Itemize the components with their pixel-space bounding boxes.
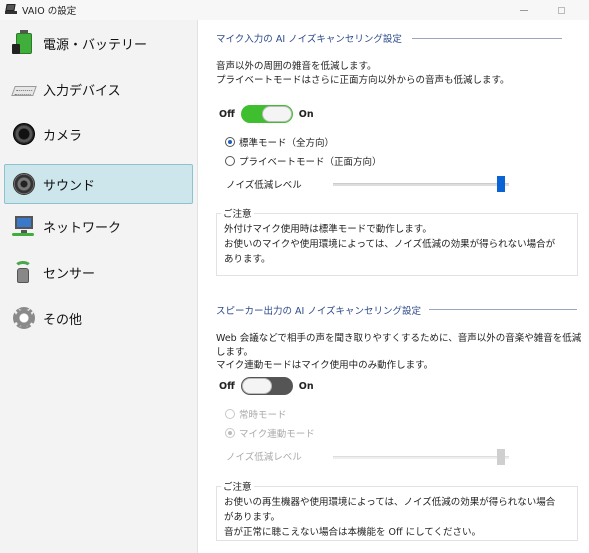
- notice-line: あります。: [224, 254, 271, 265]
- mic-noise-cancel-toggle[interactable]: [240, 105, 293, 123]
- sidebar-item-camera[interactable]: カメラ: [4, 114, 193, 154]
- speaker-icon: [11, 171, 37, 197]
- mic-toggle-row: Off On: [219, 105, 314, 123]
- notice-line: 音が正常に聴こえない場合は本機能を Off にしてください。: [224, 527, 481, 538]
- gear-icon: [11, 305, 37, 331]
- speaker-description-line: Web 会議などで相手の声を聞き取りやすくするために、音声以外の音楽や雑音を低減: [216, 333, 582, 344]
- mic-section-title: マイク入力の AI ノイズキャンセリング設定: [216, 34, 402, 45]
- mic-description-line: 音声以外の周囲の雑音を低減します。: [216, 61, 377, 72]
- radio-checked-icon: [225, 428, 235, 438]
- vaio-laptop-icon: [5, 4, 17, 16]
- toggle-off-label: Off: [219, 380, 235, 392]
- sidebar-item-other[interactable]: その他: [4, 298, 193, 338]
- speaker-notice-box: ご注意 お使いの再生機器や使用環境によっては、ノイズ低減の効果が得られない場合 …: [216, 480, 578, 541]
- mic-notice-box: ご注意 外付けマイク使用時は標準モードで動作します。 お使いのマイクや使用環境に…: [216, 207, 578, 276]
- radio-unchecked-icon: [225, 409, 235, 419]
- sidebar-item-label: サウンド: [43, 178, 96, 194]
- mic-description: 音声以外の周囲の雑音を低減します。 プライベートモードはさらに正面方向以外からの…: [216, 60, 510, 87]
- notice-line: 外付けマイク使用時は標準モードで動作します。: [224, 224, 432, 235]
- maximize-icon: [557, 6, 565, 14]
- toggle-on-label: On: [298, 380, 314, 392]
- sensor-icon: [11, 259, 37, 285]
- window-title: VAIO の設定: [22, 6, 77, 17]
- battery-icon: [11, 30, 37, 56]
- speaker-section-divider: [429, 309, 577, 310]
- speaker-noise-level-label: ノイズ低減レベル: [226, 452, 302, 463]
- notice-title: ご注意: [221, 480, 254, 495]
- sidebar-item-power-battery[interactable]: 電源・バッテリー: [4, 23, 193, 63]
- main-panel: マイク入力の AI ノイズキャンセリング設定 音声以外の周囲の雑音を低減します。…: [199, 20, 589, 553]
- toggle-knob: [261, 106, 292, 122]
- maximize-button[interactable]: [541, 0, 581, 20]
- network-icon: [11, 213, 37, 239]
- speaker-description-line: します。: [216, 346, 254, 358]
- toggle-on-label: On: [298, 108, 314, 120]
- radio-private-mode[interactable]: プライベートモード（正面方向）: [225, 154, 382, 168]
- sidebar-item-label: カメラ: [43, 128, 83, 144]
- mic-noise-level-label: ノイズ低減レベル: [226, 180, 302, 191]
- radio-unchecked-icon: [225, 156, 235, 166]
- notice-title: ご注意: [221, 207, 254, 222]
- sidebar-item-network[interactable]: ネットワーク: [4, 206, 193, 246]
- notice-line: お使いの再生機器や使用環境によっては、ノイズ低減の効果が得られない場合: [224, 497, 556, 508]
- minimize-button[interactable]: [504, 0, 544, 20]
- mic-noise-level-thumb[interactable]: [497, 176, 505, 192]
- sidebar-item-label: センサー: [43, 266, 96, 282]
- radio-label: 常時モード: [239, 410, 287, 421]
- notice-line: お使いのマイクや使用環境によっては、ノイズ低減の効果が得られない場合が: [224, 239, 556, 250]
- sidebar-item-label: ネットワーク: [43, 220, 122, 236]
- sidebar-item-input-devices[interactable]: 入力デバイス: [4, 69, 193, 109]
- mic-description-line: プライベートモードはさらに正面方向以外からの音声も低減します。: [216, 74, 510, 86]
- sidebar-item-label: 電源・バッテリー: [43, 37, 148, 53]
- sidebar-item-label: 入力デバイス: [43, 83, 121, 99]
- keyboard-icon: [11, 76, 37, 102]
- radio-label: マイク連動モード: [239, 429, 315, 440]
- radio-checked-icon: [225, 137, 235, 147]
- notice-line: があります。: [224, 512, 281, 523]
- minimize-icon: [520, 9, 528, 11]
- radio-standard-mode[interactable]: 標準モード（全方向）: [225, 135, 334, 149]
- title-bar: VAIO の設定: [0, 0, 589, 20]
- speaker-description: Web 会議などで相手の声を聞き取りやすくするために、音声以外の音楽や雑音を低減…: [216, 332, 581, 373]
- speaker-noise-cancel-toggle[interactable]: [240, 377, 293, 395]
- toggle-knob: [241, 378, 272, 394]
- sidebar-item-label: その他: [43, 312, 83, 328]
- sidebar: 電源・バッテリー 入力デバイス カメラ サウンド ネットワーク センサー その他: [0, 20, 198, 553]
- speaker-section-title: スピーカー出力の AI ノイズキャンセリング設定: [216, 306, 422, 317]
- radio-label: 標準モード（全方向）: [239, 138, 335, 149]
- camera-icon: [11, 121, 37, 147]
- mic-noise-level-slider[interactable]: [333, 183, 509, 186]
- speaker-noise-level-thumb[interactable]: [497, 449, 505, 465]
- sidebar-item-sensor[interactable]: センサー: [4, 252, 193, 292]
- radio-label: プライベートモード（正面方向）: [239, 157, 382, 168]
- speaker-toggle-row: Off On: [219, 377, 314, 395]
- speaker-noise-level-slider[interactable]: [333, 456, 509, 459]
- sidebar-item-sound[interactable]: サウンド: [4, 164, 193, 204]
- radio-always-mode[interactable]: 常時モード: [225, 407, 287, 421]
- mic-section-divider: [412, 38, 562, 39]
- radio-mic-linked-mode[interactable]: マイク連動モード: [225, 426, 315, 440]
- speaker-description-line: マイク連動モードはマイク使用中のみ動作します。: [216, 360, 434, 371]
- toggle-off-label: Off: [219, 108, 235, 120]
